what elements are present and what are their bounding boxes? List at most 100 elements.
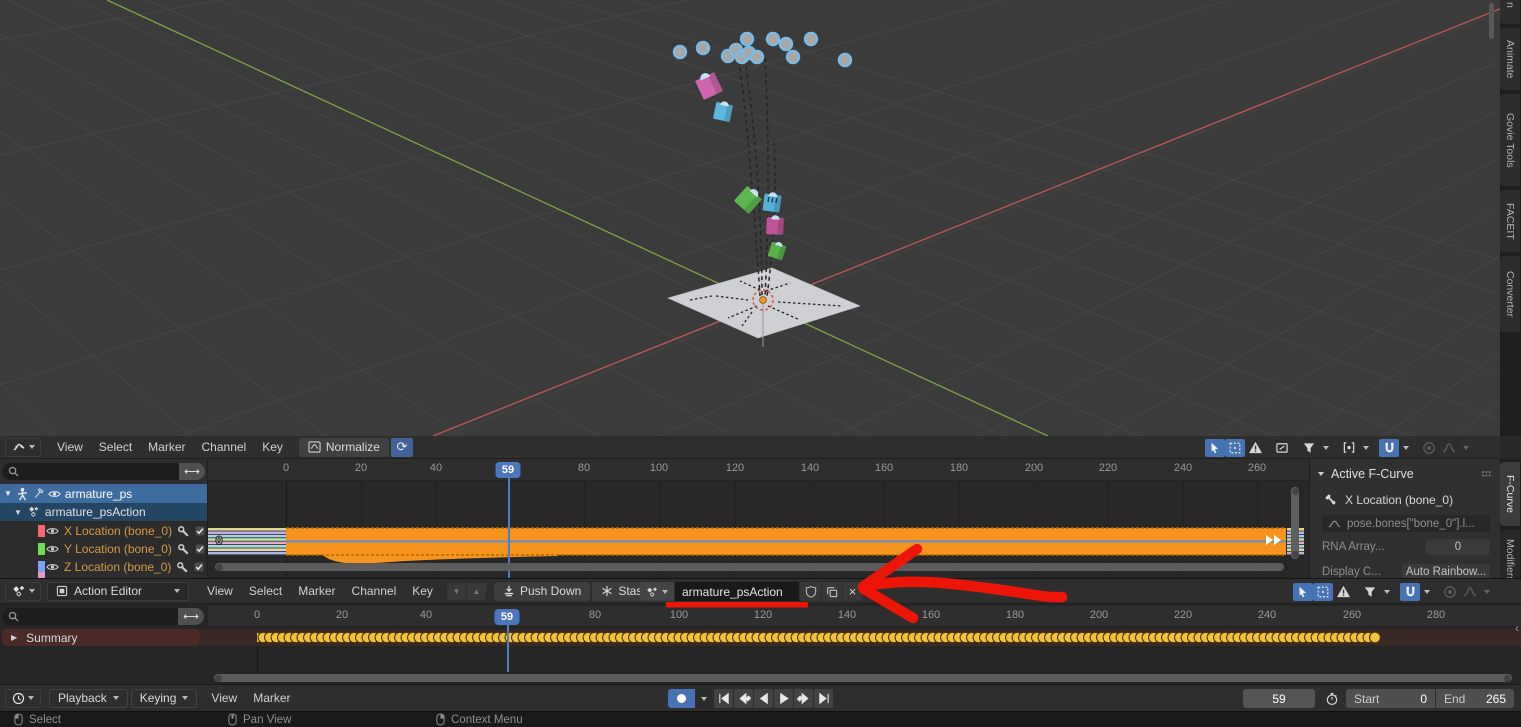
dope-playhead-line[interactable] (507, 619, 509, 672)
chevron-down-icon[interactable] (1319, 439, 1332, 457)
play-button[interactable] (774, 689, 793, 708)
channel-row-fcurve[interactable]: Y Location (bone_0) (0, 539, 207, 557)
tab-partial[interactable]: n (1500, 0, 1520, 24)
chevron-down-icon[interactable] (1459, 439, 1472, 457)
dope-current-frame-badge[interactable]: 59 (495, 609, 520, 625)
menu-key[interactable]: Key (404, 580, 441, 602)
menu-marker[interactable]: Marker (245, 687, 298, 709)
jump-to-start-button[interactable] (714, 689, 733, 708)
dope-ruler[interactable]: 0204080100120140160180200220240260280 (208, 606, 1521, 627)
previous-keyframe-button[interactable] (734, 689, 753, 708)
playback-dropdown[interactable]: Playback (49, 689, 128, 708)
proportional-edit-icon-button[interactable] (1419, 439, 1439, 457)
auto-normalize-refresh-button[interactable]: ⟳ (391, 438, 413, 457)
sphere-object[interactable] (780, 38, 792, 50)
dope-search-input[interactable] (2, 608, 178, 625)
next-keyframe-button[interactable] (794, 689, 813, 708)
play-reverse-button[interactable] (754, 689, 773, 708)
3d-viewport[interactable] (0, 0, 1500, 436)
cube-object[interactable] (762, 191, 782, 212)
menu-select[interactable]: Select (91, 436, 140, 458)
tab-animate[interactable]: Animate (1500, 28, 1520, 90)
frame-end-field[interactable]: End 265 (1436, 689, 1514, 708)
filter-toggle-button[interactable]: ⟷ (179, 463, 205, 480)
move-channel-up-button[interactable]: ▲ (467, 583, 486, 600)
eye-icon[interactable] (48, 489, 61, 499)
menu-select[interactable]: Select (241, 580, 290, 602)
summary-keyframes[interactable] (257, 629, 1380, 646)
pin-icon[interactable] (33, 488, 44, 500)
sphere-object[interactable] (787, 51, 799, 63)
sphere-object[interactable] (805, 33, 817, 45)
eye-icon[interactable] (46, 526, 59, 536)
action-name-field[interactable]: armature_psAction (675, 582, 799, 601)
rna-array-index-field[interactable]: 0 (1426, 539, 1490, 555)
frame-channel-icon-button[interactable] (1272, 439, 1292, 457)
sphere-object[interactable] (767, 33, 779, 45)
graph-h-scrollbar[interactable] (215, 563, 1284, 571)
expand-triangle-icon[interactable]: ▶ (11, 633, 17, 642)
sphere-object[interactable] (741, 33, 753, 45)
cube-object[interactable] (768, 240, 787, 261)
menu-marker[interactable]: Marker (140, 436, 193, 458)
pivot-point-icon-button[interactable] (1339, 439, 1359, 457)
chevron-down-icon[interactable] (1359, 439, 1372, 457)
sphere-object[interactable] (697, 42, 709, 54)
display-color-dropdown[interactable]: Auto Rainbow... (1402, 564, 1490, 578)
tweak-tool-icon-button[interactable] (1205, 439, 1225, 457)
action-browse-button[interactable] (640, 582, 674, 601)
modifier-wrench-icon[interactable] (177, 543, 189, 555)
chevron-down-icon[interactable] (1480, 583, 1493, 601)
tab-converter[interactable]: Converter (1500, 256, 1520, 332)
tab-modifiers[interactable]: Modifiers (1500, 530, 1520, 578)
filter-icon-button[interactable] (1299, 439, 1319, 457)
cube-object[interactable] (766, 215, 784, 235)
channel-row-armature-ps[interactable]: ▼ armature_ps (0, 484, 207, 503)
frame-start-field[interactable]: Start 0 (1346, 689, 1435, 708)
move-channel-down-button[interactable]: ▼ (447, 583, 466, 600)
channel-row-fcurve[interactable]: Z Location (bone_0) (0, 557, 207, 575)
panel-drag-dots-icon[interactable] (1482, 471, 1492, 478)
mute-checkbox[interactable] (194, 525, 206, 537)
modifier-wrench-icon[interactable] (176, 561, 188, 573)
summary-channel-row[interactable]: ▶ Summary (2, 629, 200, 646)
only-errors-icon-button[interactable] (1333, 583, 1353, 601)
modifier-wrench-icon[interactable] (177, 525, 189, 537)
channel-row-fcurve[interactable]: X Location (bone_0) (0, 521, 207, 539)
editor-mode-dropdown[interactable]: Action Editor (47, 582, 189, 601)
select-box-icon-button[interactable] (1313, 583, 1333, 601)
keying-dropdown[interactable]: Keying (131, 689, 198, 708)
eye-icon[interactable] (46, 562, 59, 572)
sphere-object[interactable] (674, 46, 686, 58)
dope-h-scrollbar[interactable] (214, 674, 1512, 682)
select-box-icon-button[interactable] (1225, 439, 1245, 457)
fake-user-shield-button[interactable] (800, 582, 821, 601)
filter-icon-button[interactable] (1360, 583, 1380, 601)
chevron-down-icon[interactable] (1399, 439, 1412, 457)
filter-toggle-button[interactable]: ⟷ (178, 608, 204, 625)
push-down-button[interactable]: Push Down (494, 582, 590, 601)
expand-triangle-icon[interactable]: ▼ (14, 508, 22, 517)
tab-govie-tools[interactable]: Govie Tools (1500, 94, 1520, 186)
tab-faceit[interactable]: FACEIT (1500, 190, 1520, 252)
falloff-curve-icon-button[interactable] (1460, 583, 1480, 601)
tweak-tool-icon-button[interactable] (1293, 583, 1313, 601)
unlink-action-button[interactable]: × (843, 582, 862, 601)
menu-view[interactable]: View (49, 436, 91, 458)
cube-object[interactable] (713, 100, 734, 122)
proportional-edit-icon-button[interactable] (1440, 583, 1460, 601)
only-errors-icon-button[interactable] (1245, 439, 1265, 457)
auto-keying-options-button[interactable] (696, 689, 712, 708)
eye-icon[interactable] (46, 544, 59, 554)
mute-checkbox[interactable] (194, 543, 206, 555)
snapping-magnet-icon-button[interactable] (1379, 439, 1399, 457)
jump-to-end-button[interactable] (814, 689, 833, 708)
chevron-down-icon[interactable] (1380, 583, 1393, 601)
sphere-object[interactable] (751, 51, 763, 63)
editor-type-button[interactable] (5, 582, 41, 601)
current-frame-field[interactable]: 59 (1243, 689, 1315, 708)
graph-current-frame-badge[interactable]: 59 (496, 462, 521, 478)
menu-view[interactable]: View (203, 687, 245, 709)
keyframe-band[interactable] (286, 528, 1286, 564)
menu-channel[interactable]: Channel (344, 580, 405, 602)
